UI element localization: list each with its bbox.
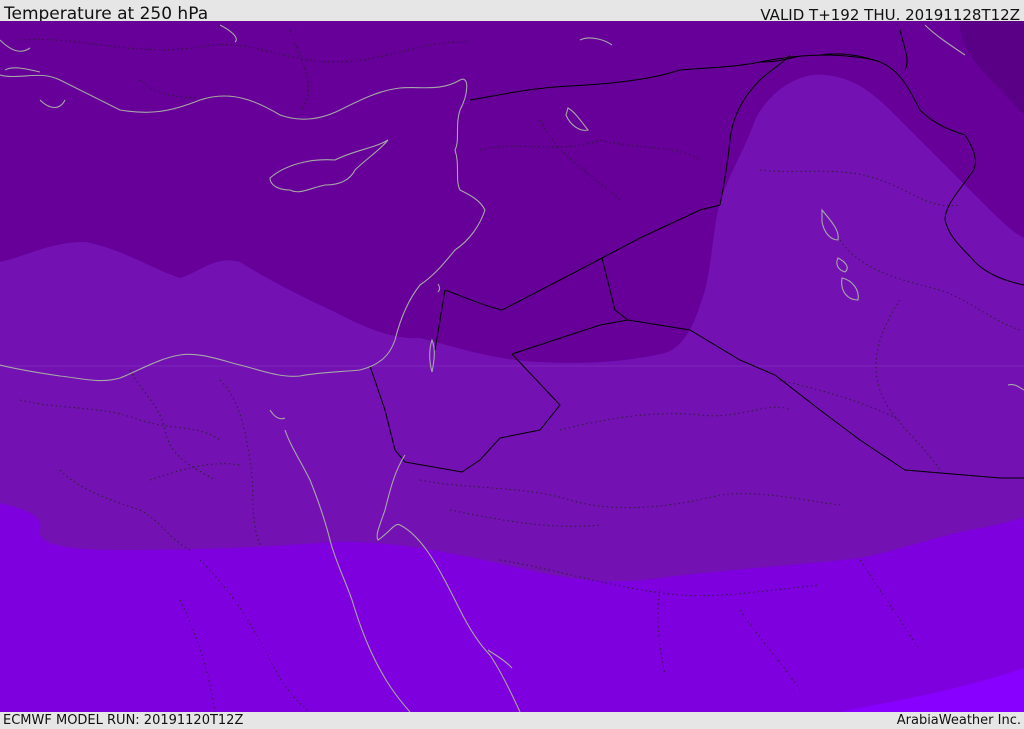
temperature-map (0, 21, 1024, 712)
footer-bar: ECMWF MODEL RUN: 20191120T12Z ArabiaWeat… (0, 712, 1024, 729)
map-area[interactable] (0, 21, 1024, 712)
title-bar: Temperature at 250 hPa VALID T+192 THU. … (0, 0, 1024, 24)
credit-label: ArabiaWeather Inc. (896, 713, 1021, 728)
model-run-label: ECMWF MODEL RUN: 20191120T12Z (3, 713, 244, 728)
map-frame: Temperature at 250 hPa VALID T+192 THU. … (0, 0, 1024, 729)
